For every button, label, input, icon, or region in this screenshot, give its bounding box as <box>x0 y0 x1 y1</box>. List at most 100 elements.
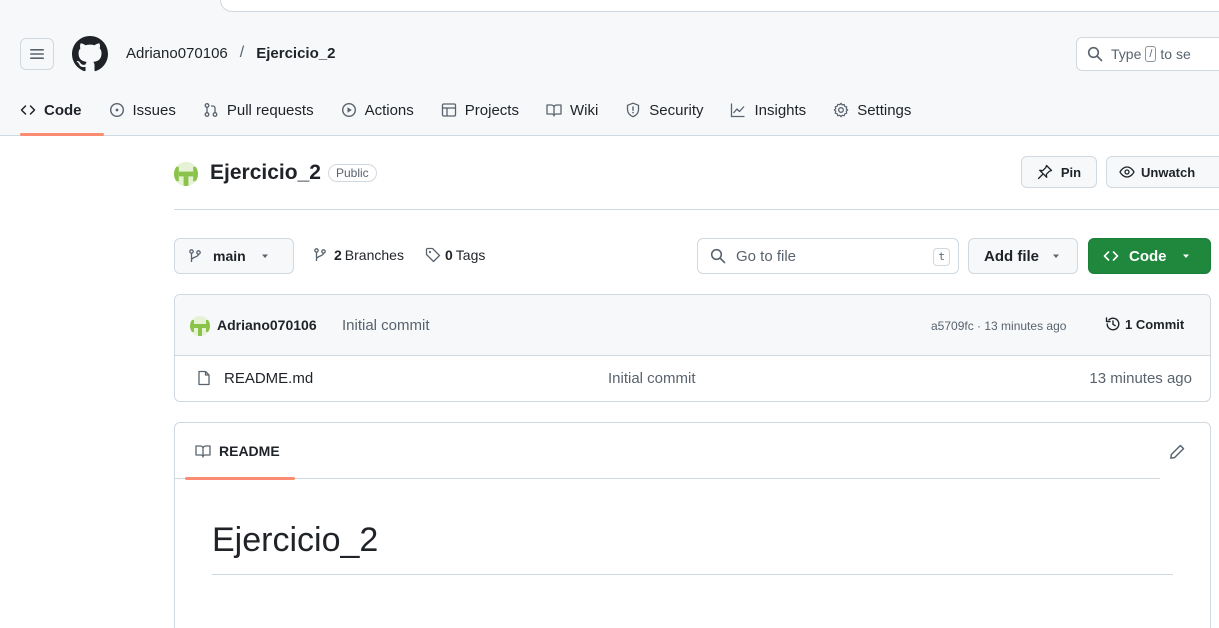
tab-security-label: Security <box>649 101 704 119</box>
branch-icon <box>314 248 326 261</box>
issue-icon <box>109 102 124 118</box>
go-to-file-input[interactable]: Go to file t <box>697 238 959 274</box>
file-commit-message[interactable]: Initial commit <box>608 370 696 387</box>
tab-wiki-label: Wiki <box>569 101 599 119</box>
search-shortcut-key: / <box>1145 46 1157 62</box>
tab-pull-requests-label: Pull requests <box>226 101 314 119</box>
readme-tab[interactable]: README <box>195 443 280 459</box>
code-dropdown-button[interactable]: Code <box>1088 238 1211 274</box>
tab-insights[interactable]: Insights <box>730 98 806 122</box>
code-button-label: Code <box>1129 247 1167 265</box>
commit-message[interactable]: Initial commit <box>342 317 430 334</box>
book-icon <box>195 445 211 458</box>
visibility-badge: Public <box>328 164 377 182</box>
readme-tab-label: README <box>219 443 280 459</box>
tab-settings[interactable]: Settings <box>833 98 911 122</box>
pull-request-icon <box>204 103 218 117</box>
identicon-icon <box>190 316 210 336</box>
owner-avatar[interactable] <box>174 162 198 186</box>
play-icon <box>341 102 356 118</box>
unwatch-label: Unwatch <box>1141 164 1196 180</box>
repo-header: Ejercicio_2 Public Pin Unwatch <box>174 152 1219 210</box>
menu-button[interactable] <box>20 38 54 70</box>
browser-edge <box>220 0 1219 12</box>
readme-tab-indicator <box>185 477 295 480</box>
code-icon <box>20 105 36 115</box>
tab-code[interactable]: Code <box>20 98 82 122</box>
readme-panel: README Ejercicio_2 <box>174 422 1211 628</box>
caret-down-icon <box>1182 254 1189 258</box>
readme-divider <box>212 574 1173 575</box>
search-icon <box>1087 46 1103 62</box>
unwatch-button[interactable]: Unwatch <box>1106 156 1219 188</box>
commit-author-avatar[interactable] <box>190 316 210 336</box>
tab-insights-label: Insights <box>754 101 807 119</box>
pin-label: Pin <box>1060 164 1082 180</box>
search-placeholder-prefix: Type <box>1111 46 1142 62</box>
pin-button[interactable]: Pin <box>1021 156 1097 188</box>
tab-issues[interactable]: Issues <box>109 98 176 122</box>
repo-nav-tabs: Code Issues Pull requests Actions Projec… <box>20 98 938 136</box>
top-header: Adriano070106 / Ejercicio_2 Type / to se… <box>0 0 1219 136</box>
add-file-label: Add file <box>984 247 1039 265</box>
latest-commit-row: Adriano070106 Initial commit a5709fc · 1… <box>175 295 1210 356</box>
shield-icon <box>627 102 640 118</box>
tags-link[interactable]: 0 Tags <box>425 247 485 263</box>
branch-name: main <box>213 248 246 264</box>
file-name-link[interactable]: README.md <box>224 370 313 387</box>
branches-link[interactable]: 2 Branches <box>312 247 404 263</box>
table-icon <box>441 103 456 117</box>
tab-settings-label: Settings <box>857 101 912 119</box>
go-to-file-placeholder: Go to file <box>736 247 797 265</box>
breadcrumb-owner[interactable]: Adriano070106 <box>126 45 228 62</box>
breadcrumb: Adriano070106 / Ejercicio_2 <box>126 44 335 62</box>
graph-icon <box>731 103 745 118</box>
pin-icon <box>1037 164 1053 180</box>
file-list: Adriano070106 Initial commit a5709fc · 1… <box>174 294 1211 402</box>
search-placeholder-suffix: to se <box>1160 46 1191 62</box>
branches-label: Branches <box>344 247 404 263</box>
breadcrumb-repo[interactable]: Ejercicio_2 <box>256 45 335 62</box>
github-logo-icon[interactable] <box>72 36 108 72</box>
gear-icon <box>833 102 849 118</box>
identicon-icon <box>174 162 198 186</box>
tab-actions-label: Actions <box>364 101 414 119</box>
tags-label: Tags <box>455 247 486 263</box>
search-icon <box>710 248 726 264</box>
global-search-input[interactable]: Type / to se <box>1076 37 1219 71</box>
tab-actions[interactable]: Actions <box>341 98 414 122</box>
history-icon <box>1105 317 1120 331</box>
caret-down-icon <box>261 254 268 258</box>
readme-header: README <box>175 423 1160 480</box>
pencil-icon[interactable] <box>1168 443 1186 461</box>
tags-count: 0 <box>445 247 453 263</box>
commit-author[interactable]: Adriano070106 <box>217 317 317 333</box>
tab-projects[interactable]: Projects <box>441 98 519 122</box>
branch-icon <box>189 249 201 262</box>
commit-count-label: 1 Commit <box>1125 316 1185 332</box>
commit-meta[interactable]: a5709fc · 13 minutes ago <box>931 319 1066 333</box>
tag-icon <box>425 247 441 263</box>
tab-pull-requests[interactable]: Pull requests <box>203 98 314 122</box>
book-icon <box>546 104 562 117</box>
code-icon <box>1103 251 1119 261</box>
tab-security[interactable]: Security <box>625 98 703 122</box>
file-commit-time: 13 minutes ago <box>1089 370 1192 387</box>
tab-issues-label: Issues <box>132 101 176 119</box>
go-to-file-shortcut: t <box>933 248 950 266</box>
repo-title[interactable]: Ejercicio_2 <box>210 161 321 185</box>
active-tab-indicator <box>20 133 104 136</box>
add-file-button[interactable]: Add file <box>968 238 1078 274</box>
caret-down-icon <box>1053 254 1059 258</box>
commit-history-link[interactable]: 1 Commit <box>1105 316 1184 332</box>
readme-heading: Ejercicio_2 <box>212 521 379 559</box>
branch-selector-button[interactable]: main <box>174 238 294 274</box>
tab-code-label: Code <box>44 101 82 119</box>
hamburger-icon <box>30 49 44 59</box>
tab-wiki[interactable]: Wiki <box>546 98 598 122</box>
branches-count: 2 <box>334 247 342 263</box>
file-icon <box>198 370 210 386</box>
eye-icon <box>1119 166 1135 178</box>
breadcrumb-separator: / <box>239 44 245 61</box>
table-row[interactable]: README.md Initial commit 13 minutes ago <box>175 356 1210 401</box>
